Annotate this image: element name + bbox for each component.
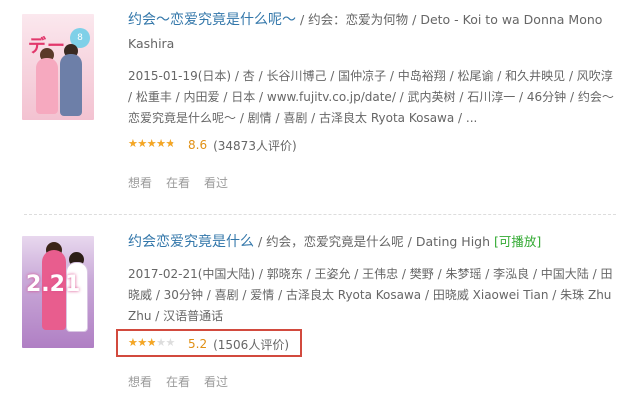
- poster-figure: [60, 54, 82, 116]
- poster-figure: [36, 58, 58, 114]
- movie-title-link[interactable]: 约会～恋爱究竟是什么呢～: [128, 12, 296, 28]
- action-links: 想看 在看 看过: [128, 174, 228, 191]
- movie-item: デート 8 约会～恋爱究竟是什么呢～ / 约会：恋爱为何物 / Deto - K…: [0, 0, 640, 215]
- movie-title-link[interactable]: 约会恋爱究竟是什么: [128, 234, 254, 250]
- rating-stars: ★★★★★ ★★★★★: [128, 137, 180, 151]
- rating-score: 8.6: [188, 138, 208, 152]
- highlight-annotation: [116, 329, 302, 357]
- action-links: 想看 在看 看过: [128, 373, 228, 390]
- title-line: 约会恋爱究竟是什么 / 约会，恋爱究竟是什么呢 / Dating High [可…: [128, 230, 616, 254]
- divider: [24, 214, 616, 215]
- rating: ★★★★★ ★★★★★ 8.6 (34873人评价): [128, 136, 297, 154]
- star-icon: ★★★★★: [128, 137, 173, 150]
- movie-poster[interactable]: 2.21: [22, 236, 94, 348]
- movie-item: 2.21 约会恋爱究竟是什么 / 约会，恋爱究竟是什么呢 / Dating Hi…: [0, 216, 640, 419]
- want-to-watch-link[interactable]: 想看: [128, 174, 152, 191]
- watching-link[interactable]: 在看: [166, 174, 190, 191]
- watched-link[interactable]: 看过: [204, 373, 228, 390]
- playable-badge[interactable]: [可播放]: [494, 234, 541, 249]
- movie-meta: 2017-02-21(中国大陆) / 郭晓东 / 王姿允 / 王伟忠 / 樊野 …: [128, 267, 613, 323]
- alt-titles: / 约会，恋爱究竟是什么呢 / Dating High: [254, 234, 495, 249]
- watched-link[interactable]: 看过: [204, 174, 228, 191]
- watching-link[interactable]: 在看: [166, 373, 190, 390]
- want-to-watch-link[interactable]: 想看: [128, 373, 152, 390]
- title-line: 约会～恋爱究竟是什么呢～ / 约会：恋爱为何物 / Deto - Koi to …: [128, 8, 616, 56]
- poster-title: 2.21: [26, 272, 81, 297]
- movie-meta: 2015-01-19(日本) / 杏 / 长谷川博己 / 国仲凉子 / 中岛裕翔…: [128, 69, 614, 125]
- movie-poster[interactable]: デート 8: [22, 14, 94, 120]
- rating-votes[interactable]: (34873人评价): [213, 137, 297, 154]
